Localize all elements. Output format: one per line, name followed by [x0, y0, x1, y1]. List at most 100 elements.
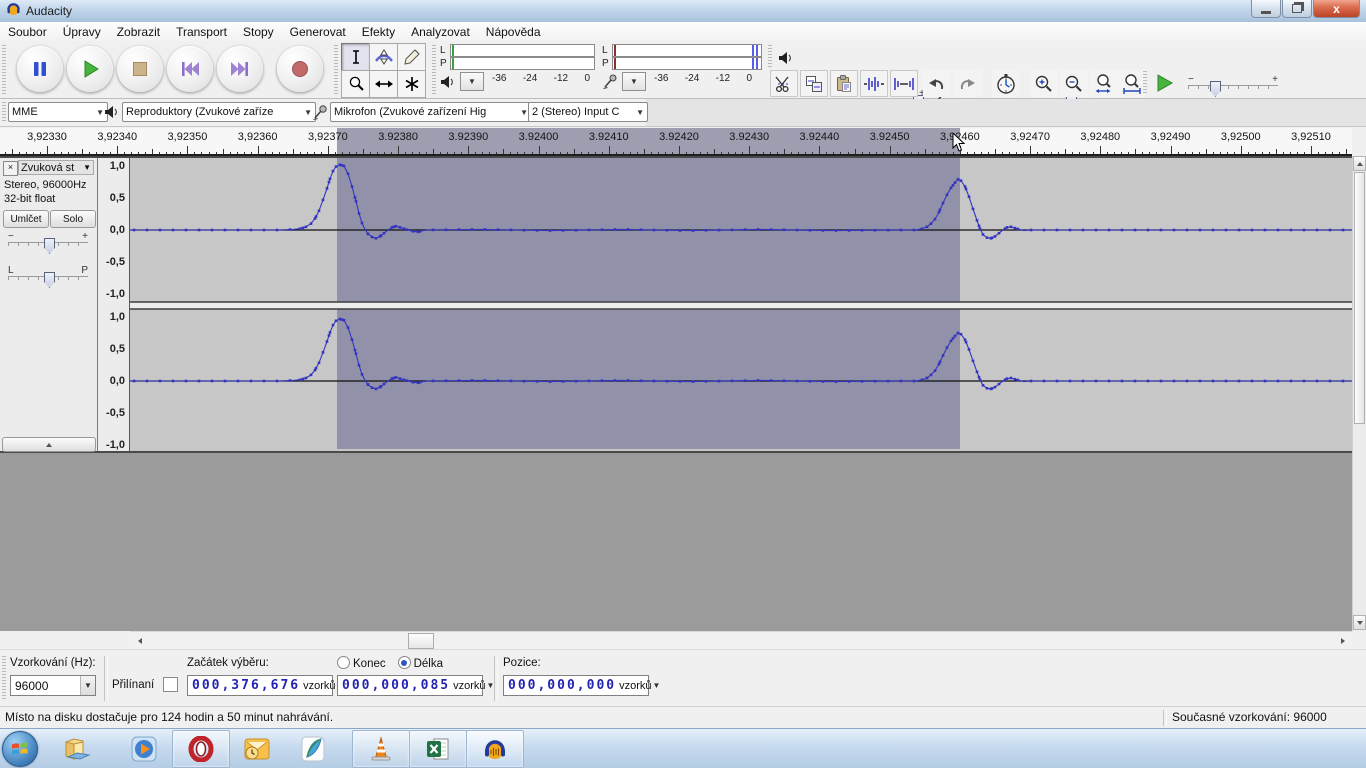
track-gain-slider[interactable]: − + [8, 242, 88, 246]
silence-button[interactable] [890, 70, 918, 97]
timeline-ruler[interactable]: 3,923303,923403,923503,923603,923703.923… [0, 128, 1352, 156]
transport-grip[interactable] [2, 45, 6, 94]
play-speed-slider[interactable]: − + [1188, 85, 1278, 89]
ruler-tick [925, 149, 926, 154]
timeshift-tool-button[interactable] [369, 70, 398, 98]
track-title-menu[interactable]: Zvuková st▼ [18, 160, 94, 175]
horizontal-scroll-thumb[interactable] [408, 633, 434, 649]
zoom-in-button[interactable] [1030, 70, 1058, 97]
timer-record-button[interactable] [992, 70, 1020, 97]
menu-item-efekty[interactable]: Efekty [354, 23, 403, 41]
fit-selection-button[interactable] [1090, 70, 1118, 97]
ruler-tick [1100, 146, 1101, 154]
record-button[interactable] [277, 46, 323, 92]
track-pan-slider[interactable]: L P [8, 276, 88, 280]
cut-button[interactable] [770, 70, 798, 97]
menu-item-transport[interactable]: Transport [168, 23, 235, 41]
scroll-left-button[interactable] [132, 633, 147, 648]
transcription-grip[interactable] [1143, 71, 1147, 94]
meter-grip[interactable] [432, 45, 436, 94]
track-close-button[interactable]: × [3, 161, 18, 176]
input-device-select[interactable]: Mikrofon (Zvukové zařízení Hig▼ [330, 102, 532, 122]
taskbar-outlook-button[interactable] [240, 733, 274, 765]
selection-tool-button[interactable] [341, 43, 370, 71]
undo-button[interactable] [923, 70, 951, 97]
position-value: 000,000,000 [504, 678, 616, 693]
input-channels-select[interactable]: 2 (Stereo) Input C▼ [528, 102, 648, 122]
draw-tool-button[interactable] [397, 43, 426, 71]
track-gain-thumb[interactable] [44, 238, 55, 254]
position-field[interactable]: 000,000,000 vzorků ▼ [503, 675, 649, 696]
pause-button[interactable] [17, 46, 63, 92]
rate-select[interactable]: 96000 ▼ [10, 675, 96, 696]
selection-start-field[interactable]: 000,376,676 vzorků ▼ [187, 675, 333, 696]
record-meter-menu-button[interactable]: ▼ [622, 72, 646, 91]
taskbar-excel-button[interactable] [409, 730, 467, 768]
close-button[interactable]: x [1313, 0, 1360, 18]
taskbar-vlc-button[interactable] [352, 730, 410, 768]
amplitude-ruler[interactable]: 1,00,50,0-0,5-1,01,00,50,0-0,5-1,0 [98, 158, 130, 451]
device-grip[interactable] [2, 102, 6, 123]
position-field-dropdown-icon[interactable]: ▼ [653, 676, 661, 695]
taskbar-audacity-button[interactable] [466, 730, 524, 768]
taskbar-quill-notes-button[interactable] [296, 733, 330, 765]
skip-to-end-button[interactable] [217, 46, 263, 92]
menu-item-analyzovat[interactable]: Analyzovat [403, 23, 478, 41]
taskbar-explorer-button[interactable] [62, 733, 96, 765]
waveform-display[interactable] [130, 156, 1352, 453]
selection-length-field[interactable]: 000,000,085 vzorků ▼ [337, 675, 483, 696]
length-radio[interactable]: Délka [398, 656, 443, 670]
scroll-up-button[interactable] [1353, 156, 1366, 171]
taskbar-opera-button[interactable] [172, 730, 230, 768]
ruler-tick [960, 146, 961, 154]
envelope-tool-button[interactable] [369, 43, 398, 71]
snap-checkbox[interactable] [163, 677, 178, 692]
vertical-scrollbar[interactable] [1352, 156, 1366, 631]
tools-grip[interactable] [334, 45, 338, 94]
menu-item-upravy[interactable]: Úpravy [55, 23, 109, 41]
title-bar[interactable]: Audacity x [0, 0, 1366, 23]
solo-button[interactable]: Solo [50, 210, 96, 228]
end-radio[interactable]: Konec [337, 656, 386, 670]
menu-item-stopy[interactable]: Stopy [235, 23, 282, 41]
vertical-scroll-thumb[interactable] [1354, 172, 1365, 424]
fit-project-button[interactable] [1118, 70, 1146, 97]
playback-meter[interactable]: L P ▼ -36-24-120 [440, 44, 598, 91]
scrollbar-gap [0, 631, 130, 648]
skip-to-start-button[interactable] [167, 46, 213, 92]
selection-grip[interactable] [2, 656, 6, 701]
mute-button[interactable]: Umlčet [3, 210, 49, 228]
paste-button[interactable] [830, 70, 858, 97]
scroll-right-button[interactable] [1335, 633, 1350, 648]
record-meter[interactable]: L P ▼ -36-24-120 [602, 44, 765, 91]
play-at-speed-button[interactable] [1152, 71, 1176, 95]
track-pan-thumb[interactable] [44, 272, 55, 288]
ruler-tick [995, 149, 996, 154]
output-device-select[interactable]: Reproduktory (Zvukové zaříze▼ [122, 102, 316, 122]
rate-value: 96000 [11, 679, 52, 693]
zoom-out-button[interactable] [1060, 70, 1088, 97]
minimize-button[interactable] [1251, 0, 1281, 18]
play-button[interactable] [67, 46, 113, 92]
menu-item-generovat[interactable]: Generovat [282, 23, 354, 41]
track-collapse-button[interactable] [2, 437, 96, 452]
start-button[interactable] [2, 731, 38, 767]
taskbar-media-player-button[interactable] [127, 733, 161, 765]
redo-button[interactable] [953, 70, 981, 97]
menu-item-soubor[interactable]: Soubor [0, 23, 55, 41]
multi-tool-button[interactable] [397, 70, 426, 98]
copy-button[interactable] [800, 70, 828, 97]
menu-item-zobrazit[interactable]: Zobrazit [109, 23, 168, 41]
menu-item-napoveda[interactable]: Nápověda [478, 23, 549, 41]
scroll-down-button[interactable] [1353, 615, 1366, 630]
zoom-tool-button[interactable] [341, 70, 370, 98]
ruler-tick [230, 152, 231, 154]
playback-meter-menu-button[interactable]: ▼ [460, 72, 484, 91]
restore-button[interactable] [1282, 0, 1312, 18]
play-speed-thumb[interactable] [1210, 81, 1221, 97]
trim-button[interactable] [860, 70, 888, 97]
audio-host-select[interactable]: MME▼ [8, 102, 108, 122]
horizontal-scrollbar[interactable] [130, 631, 1352, 649]
stop-button[interactable] [117, 46, 163, 92]
mixer-grip[interactable] [768, 45, 772, 69]
